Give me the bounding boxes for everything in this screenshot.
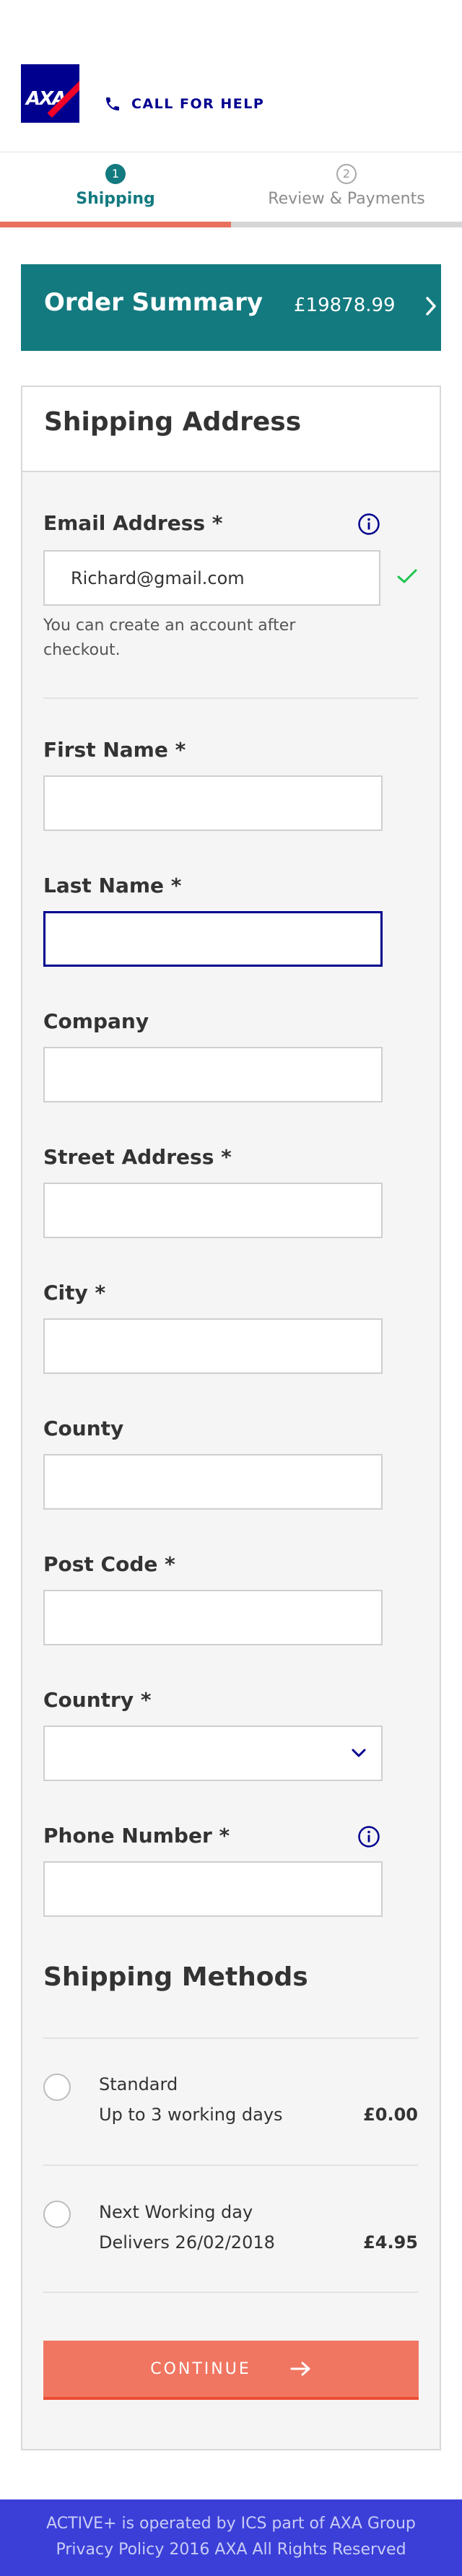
method-price: £0.00 — [363, 2105, 418, 2125]
post-code-input[interactable] — [45, 1591, 381, 1644]
phone-number-label: Phone Number * — [43, 1824, 230, 1848]
method-name: Next Working day — [99, 2202, 253, 2222]
first-name-label: First Name * — [43, 738, 186, 762]
step-number: 2 — [336, 164, 357, 184]
city-input[interactable] — [45, 1320, 381, 1372]
post-code-label: Post Code * — [43, 1552, 175, 1576]
step-shipping[interactable]: 1 Shipping — [0, 164, 231, 208]
divider — [43, 2164, 418, 2166]
street-address-label: Street Address * — [43, 1145, 232, 1169]
chevron-right-icon — [426, 297, 436, 316]
street-address-field[interactable] — [43, 1183, 383, 1238]
step-label: Shipping — [76, 190, 155, 208]
order-summary-title: Order Summary — [44, 288, 263, 317]
city-label: City * — [43, 1281, 106, 1305]
progress-bar-remaining — [231, 222, 462, 227]
street-address-input[interactable] — [45, 1184, 381, 1237]
last-name-label: Last Name * — [43, 874, 182, 897]
checkout-steps: 1 Shipping 2 Review & Payments — [0, 152, 462, 229]
county-field[interactable] — [43, 1454, 383, 1510]
progress-bar-completed — [0, 222, 231, 227]
call-for-help-label: CALL FOR HELP — [131, 96, 265, 112]
card-header: Shipping Address — [22, 387, 440, 472]
arrow-right-icon — [290, 2362, 310, 2376]
order-summary-toggle[interactable]: Order Summary £19878.99 — [21, 264, 441, 351]
country-select[interactable] — [43, 1726, 383, 1781]
company-input[interactable] — [45, 1048, 381, 1101]
shipping-address-title: Shipping Address — [44, 407, 302, 437]
divider — [43, 697, 418, 699]
county-input[interactable] — [45, 1455, 381, 1508]
email-input[interactable] — [45, 552, 379, 604]
email-hint: You can create an account after checkout… — [43, 617, 296, 659]
info-icon[interactable] — [357, 513, 380, 536]
step-review-payments[interactable]: 2 Review & Payments — [231, 164, 462, 208]
last-name-field[interactable] — [43, 911, 383, 967]
footer: ACTIVE+ is operated by ICS part of AXA G… — [0, 2499, 462, 2576]
first-name-field[interactable] — [43, 775, 383, 831]
header: AXA CALL FOR HELP — [0, 0, 462, 152]
step-label: Review & Payments — [268, 190, 425, 208]
call-for-help-link[interactable]: CALL FOR HELP — [104, 95, 264, 113]
chevron-down-icon — [352, 1749, 366, 1757]
method-price: £4.95 — [363, 2232, 418, 2253]
phone-number-input[interactable] — [45, 1863, 381, 1915]
method-name: Standard — [99, 2074, 178, 2094]
footer-copyright-text[interactable]: Privacy Policy 2016 AXA All Rights Reser… — [0, 2537, 462, 2563]
method-detail: Up to 3 working days — [99, 2105, 283, 2125]
city-field[interactable] — [43, 1318, 383, 1374]
shipping-address-card: Shipping Address Email Address * You can… — [21, 386, 441, 2450]
radio-button[interactable] — [43, 2201, 71, 2228]
check-icon — [397, 569, 417, 583]
info-icon[interactable] — [357, 1825, 380, 1848]
country-label: Country * — [43, 1688, 152, 1712]
continue-button[interactable]: CONTINUE — [43, 2341, 419, 2400]
divider — [43, 2037, 418, 2039]
step-number: 1 — [105, 164, 126, 184]
first-name-input[interactable] — [45, 777, 381, 830]
footer-operator-text: ACTIVE+ is operated by ICS part of AXA G… — [46, 2515, 416, 2533]
continue-label: CONTINUE — [150, 2359, 251, 2378]
email-field[interactable] — [43, 550, 380, 606]
divider — [43, 2292, 418, 2293]
shipping-methods-title: Shipping Methods — [43, 1962, 308, 1992]
radio-button[interactable] — [43, 2074, 71, 2101]
phone-number-field[interactable] — [43, 1861, 383, 1917]
email-label: Email Address * — [43, 511, 223, 535]
method-detail: Delivers 26/02/2018 — [99, 2232, 275, 2253]
county-label: County — [43, 1417, 124, 1440]
company-field[interactable] — [43, 1047, 383, 1102]
last-name-input[interactable] — [45, 913, 380, 965]
phone-icon — [106, 97, 119, 110]
company-label: Company — [43, 1009, 149, 1033]
post-code-field[interactable] — [43, 1590, 383, 1645]
axa-logo[interactable]: AXA — [21, 64, 79, 123]
order-summary-price: £19878.99 — [294, 295, 396, 316]
